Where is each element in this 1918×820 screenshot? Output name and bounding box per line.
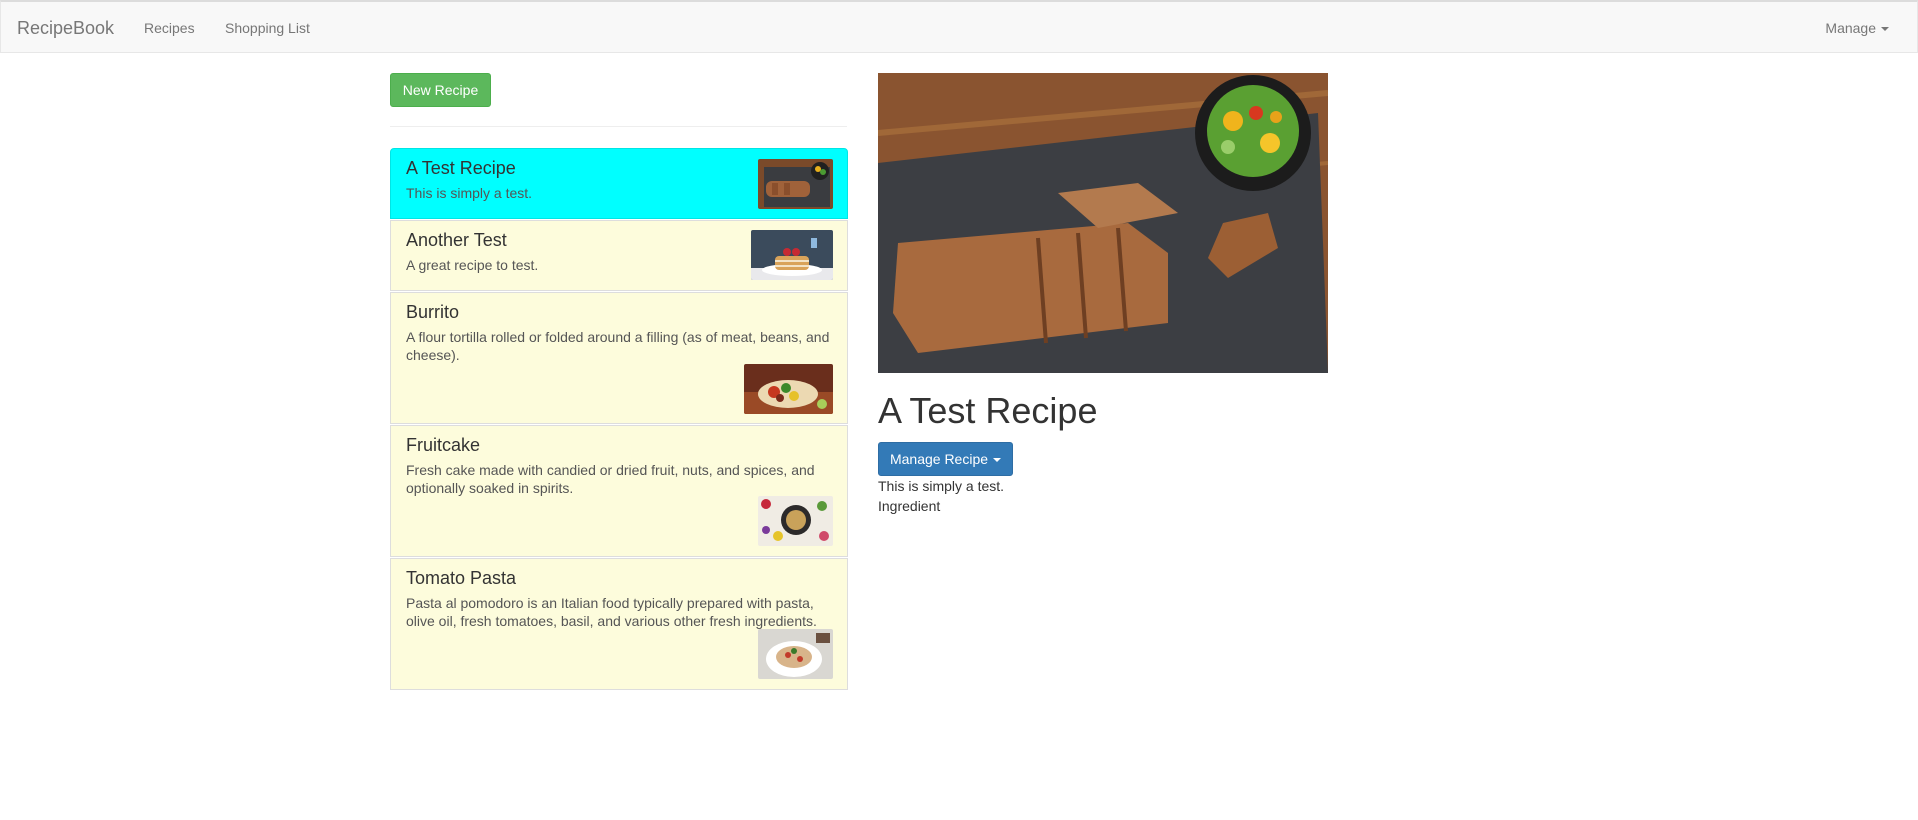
nav-shopping-list-link[interactable]: Shopping List <box>225 20 310 36</box>
recipe-description: This is simply a test. <box>406 185 533 201</box>
recipe-thumbnail-fruitcake <box>758 496 833 546</box>
divider <box>390 126 847 127</box>
recipe-detail-title: A Test Recipe <box>878 390 1098 431</box>
nav-recipes-link[interactable]: Recipes <box>144 20 195 36</box>
manage-recipe-button-label: Manage Recipe <box>889 451 989 467</box>
recipe-thumbnail-burrito <box>744 364 833 414</box>
recipe-item-fruitcake[interactable]: Fruitcake Fresh cake made with candied o… <box>390 425 848 557</box>
recipe-detail-description: This is simply a test. <box>878 478 1005 494</box>
new-recipe-button[interactable]: New Recipe <box>390 73 491 107</box>
brand-link[interactable]: RecipeBook <box>17 18 114 39</box>
recipe-thumbnail-pasta <box>758 629 833 679</box>
recipe-item-a-test-recipe[interactable]: A Test Recipe This is simply a test. <box>390 148 848 219</box>
recipe-name: Another Test <box>406 230 507 250</box>
recipe-name: Burrito <box>406 302 460 322</box>
recipe-name: A Test Recipe <box>406 158 516 178</box>
recipe-thumbnail-pancakes <box>751 230 833 280</box>
ingredient-label: Ingredient <box>878 498 941 514</box>
recipe-name: Fruitcake <box>406 435 481 455</box>
recipe-item-tomato-pasta[interactable]: Tomato Pasta Pasta al pomodoro is an Ita… <box>390 558 848 690</box>
recipe-item-burrito[interactable]: Burrito A flour tortilla rolled or folde… <box>390 292 848 424</box>
recipe-description: A great recipe to test. <box>406 257 539 273</box>
caret-down-icon <box>1881 27 1889 32</box>
manage-dropdown[interactable]: Manage <box>1825 20 1889 36</box>
top-navbar: RecipeBook Recipes Shopping List Manage <box>0 0 1918 53</box>
caret-down-icon <box>993 458 1002 463</box>
recipe-name: Tomato Pasta <box>406 568 517 588</box>
recipe-description: Pasta al pomodoro is an Italian food typ… <box>406 595 817 629</box>
recipe-item-another-test[interactable]: Another Test A great recipe to test. <box>390 220 848 291</box>
recipe-detail-image <box>878 73 1328 373</box>
recipe-thumbnail-ribs <box>758 159 833 209</box>
recipe-description: Fresh cake made with candied or dried fr… <box>406 462 815 496</box>
manage-recipe-button[interactable]: Manage Recipe <box>878 442 1013 476</box>
recipe-description: A flour tortilla rolled or folded around… <box>406 329 830 363</box>
manage-dropdown-label: Manage <box>1825 20 1876 36</box>
